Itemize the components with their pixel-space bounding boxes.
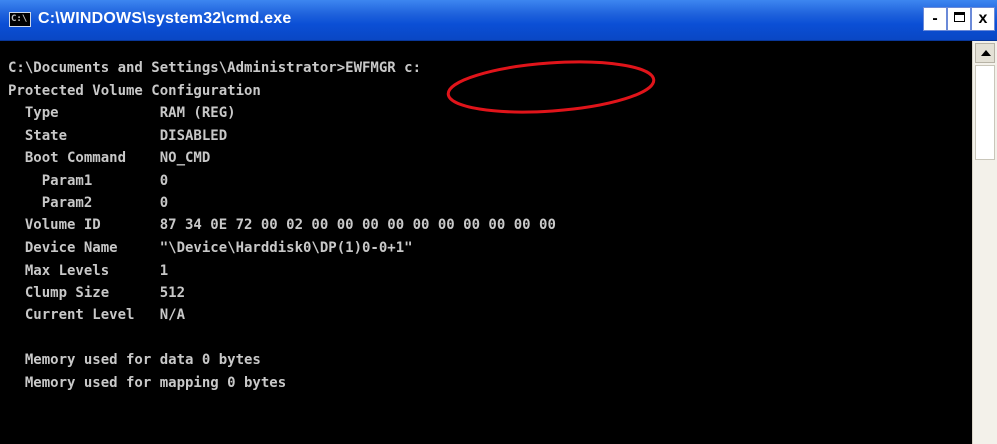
maximize-icon: [953, 12, 965, 23]
console-line-command: C:\Documents and Settings\Administrator>…: [8, 60, 422, 76]
console-line: Volume ID 87 34 0E 72 00 02 00 00 00 00 …: [8, 217, 556, 233]
vertical-scrollbar[interactable]: [972, 41, 997, 444]
close-button[interactable]: x: [971, 7, 995, 31]
console-line: Param1 0: [8, 173, 169, 189]
console-line: Param2 0: [8, 195, 169, 211]
console-line: Protected Volume Configuration: [8, 83, 261, 99]
console-line: Boot Command NO_CMD: [8, 150, 211, 166]
console-line: Type RAM (REG): [8, 105, 236, 121]
title-bar[interactable]: C:\ C:\WINDOWS\system32\cmd.exe - x: [0, 0, 997, 41]
cmd-app-icon[interactable]: C:\: [9, 12, 31, 27]
console-line: Memory used for data 0 bytes: [8, 352, 261, 368]
cmd-window: C:\ C:\WINDOWS\system32\cmd.exe - x C:\D…: [0, 0, 997, 444]
console-line: Clump Size 512: [8, 285, 186, 301]
scroll-up-arrow-icon[interactable]: [975, 43, 995, 63]
console-line: Device Name "\Device\Harddisk0\DP(1)0-0+…: [8, 240, 413, 256]
console-line: State DISABLED: [8, 128, 228, 144]
console-line: Current Level N/A: [8, 307, 186, 323]
console-line: Memory used for mapping 0 bytes: [8, 375, 287, 391]
maximize-button[interactable]: [947, 7, 971, 31]
window-title: C:\WINDOWS\system32\cmd.exe: [38, 10, 292, 27]
minimize-button[interactable]: -: [923, 7, 947, 31]
red-ellipse-annotation: [446, 60, 656, 114]
scroll-thumb[interactable]: [975, 65, 995, 160]
console-line: Max Levels 1: [8, 263, 169, 279]
